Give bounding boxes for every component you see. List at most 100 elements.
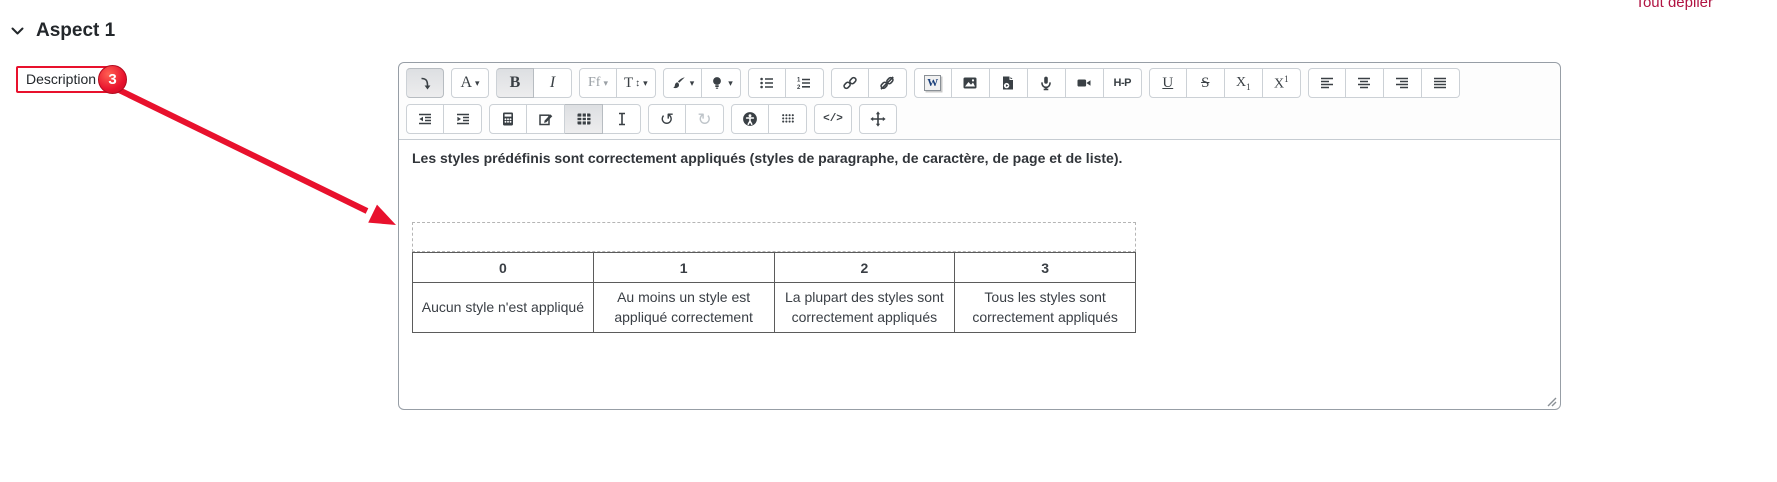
align-center-button[interactable] — [1346, 68, 1384, 98]
undo-button[interactable]: ↺ — [648, 104, 686, 134]
image-icon — [962, 75, 978, 91]
svg-text:1: 1 — [797, 77, 801, 83]
justify-button[interactable] — [1422, 68, 1460, 98]
redo-button[interactable]: ↻ — [686, 104, 724, 134]
unlink-icon — [879, 75, 895, 91]
subscript-base: X — [1236, 75, 1246, 90]
link-icon — [842, 75, 858, 91]
word-import-button[interactable]: W — [914, 68, 952, 98]
insert-media-button[interactable] — [990, 68, 1028, 98]
italic-button[interactable]: I — [534, 68, 572, 98]
subscript-button[interactable]: X1 — [1225, 68, 1263, 98]
superscript-icon: X1 — [1274, 74, 1289, 93]
screenreader-helper-button[interactable] — [769, 104, 807, 134]
record-video-button[interactable] — [1066, 68, 1104, 98]
svg-text:2: 2 — [797, 85, 801, 91]
table-cell[interactable]: La plupart des styles sont correctement … — [774, 283, 955, 333]
table-header-row: 0 1 2 3 — [413, 253, 1136, 283]
html-code-icon: </> — [823, 113, 843, 125]
annotation-count-badge: 3 — [98, 65, 127, 94]
collapse-toolbar-button[interactable] — [406, 68, 444, 98]
bullet-list-icon — [759, 75, 775, 91]
format-icon: A — [460, 74, 472, 92]
h5p-button[interactable]: H-P — [1104, 68, 1142, 98]
indent-button[interactable] — [444, 104, 482, 134]
editor-content-area[interactable]: Les styles prédéfinis sont correctement … — [399, 140, 1560, 410]
link-button[interactable] — [831, 68, 869, 98]
numbered-list-icon: 12 — [796, 75, 812, 91]
rubric-table: 0 1 2 3 Aucun style n'est appliqué Au mo… — [412, 252, 1136, 333]
caret-down-icon: ▾ — [603, 79, 608, 88]
html-source-button[interactable]: </> — [814, 104, 852, 134]
table-cell[interactable]: Tous les styles sont correctement appliq… — [955, 283, 1136, 333]
toolbar-row-1: A▾ B I Ff▾ T↕▾ ▾ ▾ 12 W — [406, 68, 1553, 98]
numbered-list-button[interactable]: 12 — [786, 68, 824, 98]
table-header-cell[interactable]: 3 — [955, 253, 1136, 283]
table-cell[interactable]: Aucun style n'est appliqué — [413, 283, 594, 333]
calculator-icon — [500, 111, 516, 127]
superscript-base: X — [1274, 76, 1284, 91]
text-cursor-icon — [614, 111, 630, 127]
section-title: Aspect 1 — [36, 20, 115, 42]
insert-image-button[interactable] — [952, 68, 990, 98]
record-audio-button[interactable] — [1028, 68, 1066, 98]
equation-button[interactable] — [489, 104, 527, 134]
toolbar-row-2: ↺ ↻ </> — [406, 104, 1553, 134]
align-right-icon — [1394, 75, 1410, 91]
paragraph-format-button[interactable]: A▾ — [451, 68, 489, 98]
table-button[interactable] — [565, 104, 603, 134]
clear-formatting-button[interactable] — [603, 104, 641, 134]
font-size-icon: T — [624, 75, 633, 92]
undo-icon: ↺ — [660, 111, 674, 128]
annotation-arrow — [105, 86, 415, 238]
redo-icon: ↻ — [697, 111, 711, 128]
indent-icon — [455, 111, 471, 127]
video-camera-icon — [1076, 75, 1092, 91]
caret-down-icon: ▾ — [728, 79, 733, 88]
bold-icon: B — [510, 74, 521, 92]
highlight-color-button[interactable]: ▾ — [702, 68, 741, 98]
bullet-list-button[interactable] — [748, 68, 786, 98]
h5p-icon: H-P — [1114, 77, 1131, 89]
italic-icon: I — [550, 74, 555, 92]
table-cell[interactable]: Au moins un style est appliqué correctem… — [593, 283, 774, 333]
align-center-icon — [1356, 75, 1372, 91]
outdent-icon — [417, 111, 433, 127]
section-header: Aspect 1 — [10, 20, 115, 42]
font-family-button[interactable]: Ff▾ — [579, 68, 617, 98]
table-header-cell[interactable]: 0 — [413, 253, 594, 283]
snippet-button[interactable] — [527, 104, 565, 134]
updown-arrow-icon: ↕ — [635, 78, 640, 89]
strikethrough-icon: S — [1201, 75, 1209, 92]
unlink-button[interactable] — [869, 68, 907, 98]
underline-icon: U — [1162, 75, 1173, 92]
expand-all-link[interactable]: Tout déplier — [1635, 0, 1713, 11]
bold-button[interactable]: B — [496, 68, 534, 98]
resize-handle-icon[interactable] — [1545, 395, 1557, 407]
edit-pencil-square-icon — [538, 111, 554, 127]
font-size-button[interactable]: T↕▾ — [617, 68, 656, 98]
table-body-row: Aucun style n'est appliqué Au moins un s… — [413, 283, 1136, 333]
superscript-button[interactable]: X1 — [1263, 68, 1301, 98]
chevron-down-icon[interactable] — [10, 24, 25, 38]
table-header-cell[interactable]: 1 — [593, 253, 774, 283]
text-color-button[interactable]: ▾ — [663, 68, 703, 98]
outdent-button[interactable] — [406, 104, 444, 134]
microphone-icon — [1038, 75, 1054, 91]
caret-down-icon: ▾ — [690, 79, 695, 88]
rich-text-editor: A▾ B I Ff▾ T↕▾ ▾ ▾ 12 W — [398, 62, 1561, 410]
underline-button[interactable]: U — [1149, 68, 1187, 98]
table-caption-placeholder[interactable] — [412, 222, 1136, 252]
align-left-button[interactable] — [1308, 68, 1346, 98]
strikethrough-button[interactable]: S — [1187, 68, 1225, 98]
accessibility-checker-button[interactable] — [731, 104, 769, 134]
caret-down-icon: ▾ — [643, 79, 648, 88]
drag-move-button[interactable] — [859, 104, 897, 134]
justify-icon — [1432, 75, 1448, 91]
caret-down-icon: ▾ — [475, 79, 480, 88]
table-header-cell[interactable]: 2 — [774, 253, 955, 283]
subscript-icon: X1 — [1236, 75, 1251, 92]
word-icon: W — [924, 75, 941, 91]
align-right-button[interactable] — [1384, 68, 1422, 98]
align-left-icon — [1319, 75, 1335, 91]
